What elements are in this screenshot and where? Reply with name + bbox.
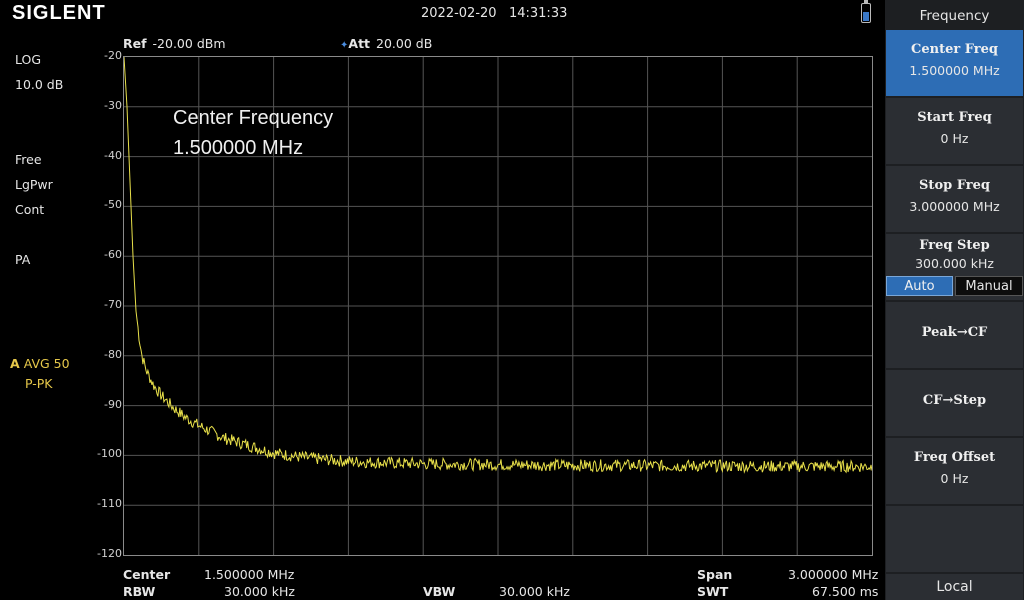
freq-offset-label: Freq Offset	[913, 450, 996, 465]
date-text: 2022-02-20	[421, 6, 497, 21]
vbw-value: 30.000 kHz	[499, 584, 570, 599]
freq-step-label: Freq Step	[919, 238, 990, 253]
att-value: 20.00 dB	[376, 36, 433, 51]
preamp-indicator: PA	[15, 252, 31, 267]
stop-freq-button[interactable]: Stop Freq 3.000000 MHz	[886, 166, 1023, 232]
vbw-label: VBW	[423, 584, 456, 599]
cf-to-step-label: CF→Step	[922, 393, 987, 408]
menu-title: Frequency	[885, 0, 1024, 30]
sweep-mode: Cont	[15, 202, 45, 217]
rbw-label: RBW	[123, 584, 156, 599]
ref-label: Ref	[123, 36, 147, 51]
manual-option[interactable]: Manual	[955, 276, 1023, 296]
freq-step-value: 300.000 kHz	[915, 256, 994, 271]
swt-value: 67.500 ms	[812, 584, 879, 599]
ref-value: -20.00 dBm	[152, 36, 226, 51]
battery-icon	[861, 0, 871, 23]
auto-option[interactable]: Auto	[886, 276, 953, 296]
center-label: Center	[123, 567, 171, 582]
attenuation[interactable]: ✦Att 20.00 dB	[340, 36, 432, 51]
softkey-sidebar: Frequency Center Freq 1.500000 MHz Start…	[885, 0, 1024, 600]
y-tick-label: -110	[97, 497, 122, 511]
y-tick-label: -70	[104, 298, 122, 311]
y-tick-label: -50	[104, 198, 122, 212]
y-tick-label: -20	[104, 49, 122, 62]
scale-type: LOG	[15, 52, 42, 67]
empty-softkey[interactable]	[886, 506, 1023, 572]
peak-to-cf-button[interactable]: Peak→CF	[886, 302, 1023, 368]
y-tick-label: -60	[104, 248, 122, 262]
trace-mode: AVG 50	[23, 356, 70, 371]
peak-to-cf-label: Peak→CF	[921, 325, 988, 340]
left-status-panel: LOG 10.0 dB Free LgPwr Cont PA A AVG 50 P…	[0, 0, 100, 600]
stop-freq-label: Stop Freq	[919, 178, 990, 193]
att-label: Att	[348, 36, 371, 51]
freq-offset-button[interactable]: Freq Offset 0 Hz	[886, 438, 1023, 504]
cf-to-step-button[interactable]: CF→Step	[886, 370, 1023, 436]
y-tick-label: -100	[97, 447, 122, 461]
swt-label: SWT	[697, 584, 729, 599]
center-freq-value: 1.500000 MHz	[909, 63, 1000, 78]
spectrum-svg	[124, 57, 872, 555]
stop-freq-value: 3.000000 MHz	[909, 199, 1000, 214]
span-label: Span	[697, 567, 733, 582]
span-value: 3.000000 MHz	[788, 567, 879, 582]
trigger-mode: Free	[15, 152, 42, 167]
ref-level[interactable]: Ref -20.00 dBm	[123, 36, 226, 51]
marker-title: Center Frequency	[173, 107, 334, 129]
freq-step-toggle[interactable]: Auto Manual	[886, 276, 1023, 296]
trace-detect: P-PK	[25, 376, 53, 391]
start-freq-label: Start Freq	[917, 110, 992, 125]
trace-label: A	[10, 356, 20, 371]
date-time: 2022-02-20 14:31:33	[421, 6, 567, 21]
center-freq-button[interactable]: Center Freq 1.500000 MHz	[886, 30, 1023, 96]
rbw-value: 30.000 kHz	[224, 584, 295, 599]
y-tick-label: -40	[104, 148, 122, 162]
detector-mode: LgPwr	[15, 177, 53, 192]
center-freq-label: Center Freq	[911, 42, 998, 57]
spectrum-plot[interactable]	[123, 56, 873, 556]
scale-div: 10.0 dB	[15, 77, 64, 92]
start-freq-value: 0 Hz	[940, 131, 969, 146]
freq-offset-value: 0 Hz	[940, 471, 969, 486]
local-button[interactable]: Local	[886, 574, 1023, 600]
y-tick-label: -90	[104, 397, 122, 411]
y-tick-label: -30	[104, 98, 122, 112]
y-tick-label: -120	[97, 547, 122, 560]
marker-value: 1.500000 MHz	[173, 137, 304, 159]
y-tick-label: -80	[104, 347, 122, 361]
start-freq-button[interactable]: Start Freq 0 Hz	[886, 98, 1023, 164]
trace-indicator: A AVG 50	[10, 356, 70, 371]
time-text: 14:31:33	[508, 6, 568, 21]
center-value: 1.500000 MHz	[204, 567, 295, 582]
